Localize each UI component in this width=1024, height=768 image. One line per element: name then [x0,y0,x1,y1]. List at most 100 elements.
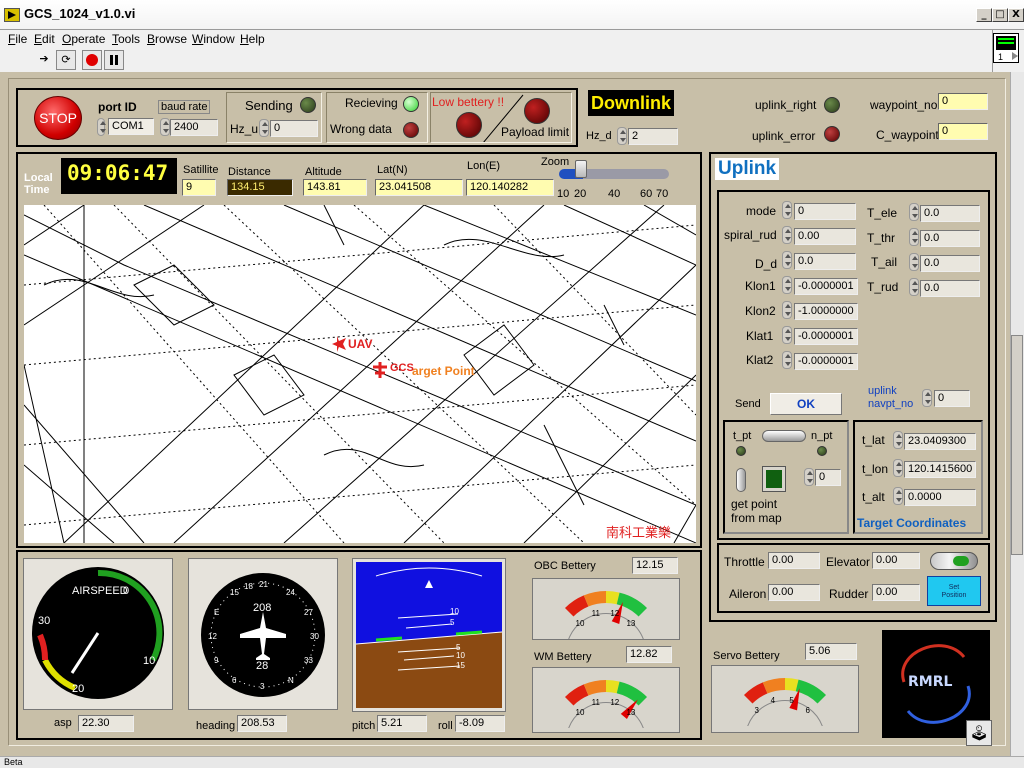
hz-d-label: Hz_d [586,130,612,142]
menu-operate[interactable]: Operate [62,32,105,46]
menu-window[interactable]: Window [192,32,235,46]
servo-toggle[interactable] [930,552,978,570]
klon2-spin[interactable] [782,301,792,319]
compass-tick-24: 24 [286,588,295,597]
window-title: GCS_1024_v1.0.vi [24,6,136,21]
compass-tick-18: 18 [244,582,253,591]
zoom-tick-20: 20 [574,188,587,200]
satellite-field: 9 [182,179,216,196]
menu-file[interactable]: File [8,32,27,46]
t-lat-field[interactable]: 23.0409300 [904,433,976,450]
klat1-spin[interactable] [782,326,792,344]
zoom-tick-60: 60 [640,188,653,200]
d-d-field[interactable]: 0.0 [794,253,856,270]
pause-icon[interactable] [104,50,124,70]
port-spin[interactable] [97,118,106,136]
t-alt-spin[interactable] [893,487,903,505]
target-coordinates-title: Target Coordinates [857,516,967,530]
menu-tools[interactable]: Tools [112,32,140,46]
navpt-field[interactable]: 0 [934,390,970,407]
pt-index-field[interactable]: 0 [815,469,841,486]
baud-rate-field[interactable]: 2400 [170,119,218,136]
klon1-spin[interactable] [782,276,792,294]
send-ok-button[interactable]: OK [770,393,842,415]
low-battery-label: Low bettery !! [432,95,505,109]
t-ail-spin[interactable] [909,253,919,271]
get-point-button[interactable] [762,466,786,492]
spiral-rud-spin[interactable] [782,226,792,244]
local-time-label: Local Time [24,172,53,196]
compass-tick-9: 9 [214,656,219,665]
street-map [24,205,696,543]
port-id-field[interactable]: COM1 [108,118,154,135]
hz-u-spin[interactable] [259,119,269,137]
hz-d-field[interactable]: 2 [628,128,678,145]
t-ele-label: T_ele [867,206,898,220]
obc-battery-label: OBC Bettery [534,560,596,572]
pt-index-spin[interactable] [804,468,814,486]
baud-spin[interactable] [160,118,170,136]
menu-edit[interactable]: Edit [34,32,55,46]
menu-bar: File Edit Operate Tools Browse Window He… [0,30,992,48]
spiral-rud-field[interactable]: 0.00 [794,228,856,245]
klat1-field[interactable]: -0.0000001 [794,328,858,345]
stop-button[interactable]: STOP [34,96,82,140]
compass-tick-6: 6 [232,676,237,685]
airspeed-tick-30: 30 [38,615,51,627]
t-rud-field[interactable]: 0.0 [920,280,980,297]
t-pt-n-pt-toggle[interactable] [762,430,806,442]
battery-arc [743,678,827,726]
t-thr-spin[interactable] [909,228,919,246]
joystick-icon[interactable]: 🕹 [966,720,992,746]
sending-led [300,97,316,113]
map-view[interactable]: UAV GCS arget Point 南科工業樂 [24,205,696,543]
battery-arc-segment [605,591,620,605]
abort-icon[interactable] [82,50,102,70]
uav-plane-icon [329,334,349,354]
run-arrow-icon[interactable]: ➔ [34,50,54,70]
t-lon-field[interactable]: 120.1415600 [904,461,976,478]
t-ail-field[interactable]: 0.0 [920,255,980,272]
t-lon-spin[interactable] [893,459,903,477]
klat2-field[interactable]: -0.0000001 [794,353,858,370]
run-continuously-icon[interactable]: ⟳ [56,50,76,70]
pitch-tick-10-down: 10 [456,651,465,660]
navpt-spin[interactable] [922,389,932,407]
spiral-rud-label: spiral_rud [724,228,777,242]
battery-arc-segment [762,678,786,694]
labview-app-icon [4,8,20,22]
t-lat-spin[interactable] [893,431,903,449]
hz-d-spin[interactable] [617,127,627,145]
klat2-spin[interactable] [782,351,792,369]
t-thr-field[interactable]: 0.0 [920,230,980,247]
minimize-button[interactable]: _ [976,8,992,22]
battery-tick-label: 11 [591,609,600,619]
t-thr-label: T_thr [867,231,896,245]
logo-text: RMRL [908,674,953,690]
hz-u-field[interactable]: 0 [270,120,318,137]
t-rud-spin[interactable] [909,278,919,296]
set-position-button[interactable]: Set Position [927,576,981,606]
get-point-switch[interactable] [736,468,746,492]
wrong-data-led [403,122,419,138]
compass-tick-15: 15 [230,588,239,597]
close-button[interactable]: X [1008,8,1024,22]
klon2-field[interactable]: -1.0000000 [794,303,858,320]
t-ele-spin[interactable] [909,203,919,221]
maximize-button[interactable]: □ [992,8,1008,22]
t-ele-field[interactable]: 0.0 [920,205,980,222]
zoom-slider-thumb[interactable] [575,160,588,178]
compass-tick-30: 30 [310,632,319,641]
klon1-field[interactable]: -0.0000001 [794,278,858,295]
mode-field[interactable]: 0 [794,203,856,220]
pitch-label: pitch [352,720,376,732]
d-d-spin[interactable] [782,251,792,269]
airspeed-tick-10: 10 [143,655,156,667]
menu-help[interactable]: Help [240,32,265,46]
uplink-right-led [824,97,840,113]
menu-browse[interactable]: Browse [147,32,187,46]
uplink-right-label: uplink_right [755,98,817,112]
mode-spin[interactable] [782,201,792,219]
scrollbar-thumb[interactable] [1011,335,1023,555]
t-alt-field[interactable]: 0.0000 [904,489,976,506]
